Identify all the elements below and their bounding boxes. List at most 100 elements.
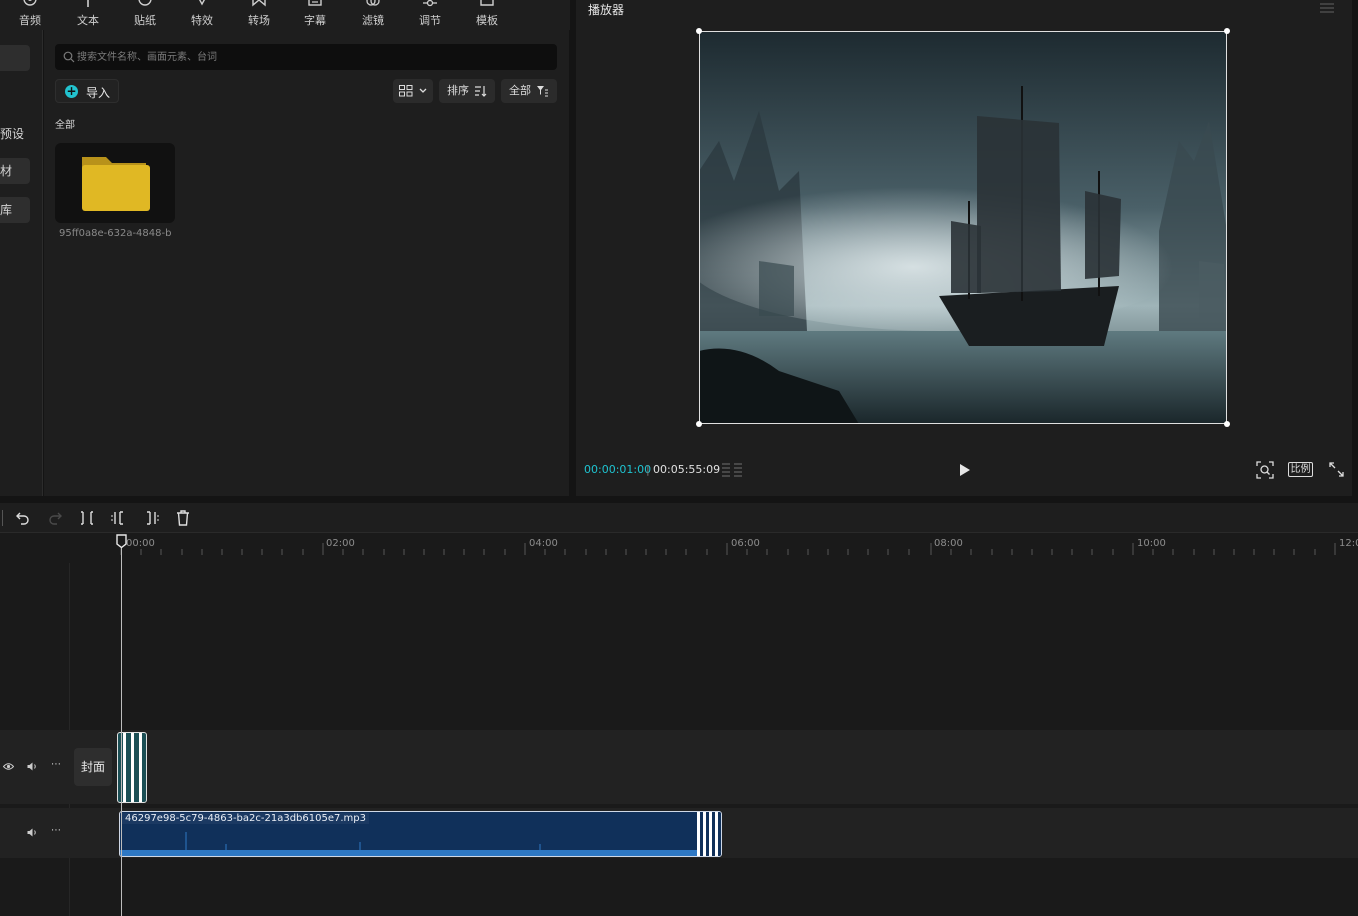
text-icon (87, 0, 89, 7)
undo-icon[interactable] (15, 510, 31, 526)
toolbar-adjust[interactable]: 调节 (405, 0, 455, 30)
caption-icon (308, 0, 322, 6)
media-panel: + 导入 排序 全部 全部 95ff0a8e-632a-4848-b (44, 30, 569, 496)
frame-handle-tr[interactable] (1224, 28, 1230, 34)
frame-handle-tl[interactable] (696, 28, 702, 34)
toolbar-filter[interactable]: 滤镜 (348, 0, 398, 30)
fullscreen-icon[interactable] (1329, 462, 1344, 477)
timeline-grid-icon[interactable] (721, 462, 743, 477)
sort-button[interactable]: 排序 (439, 79, 495, 103)
audio-clip-end-handle[interactable] (697, 812, 721, 856)
video-track: ⋯ 封面 (0, 730, 1358, 804)
trim-right-icon[interactable] (143, 510, 159, 526)
toolbar-template-label: 模板 (476, 14, 498, 27)
time-ruler[interactable]: 00:00 02:00 04:00 06:00 08:00 10:00 12:0 (0, 533, 1358, 555)
audio-clip-name: 46297e98-5c79-4863-ba2c-21a3db6105e7.mp3 (122, 813, 369, 824)
toolbar-divider (2, 510, 3, 526)
player-controls: 00:00:01:00 | 00:05:55:09 比例 (576, 455, 1352, 485)
toolbar-adjust-label: 调节 (419, 14, 441, 27)
toolbar-text[interactable]: 文本 (63, 0, 113, 30)
toolbar-sticker-label: 贴纸 (134, 14, 156, 27)
left-nav-item-library[interactable]: 库 (0, 197, 30, 223)
ratio-button[interactable]: 比例 (1288, 462, 1313, 477)
ruler-label-3: 06:00 (731, 538, 760, 549)
folder-name: 95ff0a8e-632a-4848-b (59, 228, 172, 239)
chevron-down-icon (419, 88, 427, 93)
toolbar-effects[interactable]: 特效 (177, 0, 227, 30)
more-icon[interactable]: ⋯ (51, 759, 61, 770)
sticker-icon (138, 0, 152, 6)
sort-icon (475, 86, 487, 97)
total-timecode: 00:05:55:09 (653, 463, 721, 476)
toolbar-transition-label: 转场 (248, 14, 270, 27)
timeline-toolbar (0, 503, 1358, 533)
volume-icon[interactable] (27, 828, 38, 837)
audio-track: ⋯ 46297e98-5c79-4863-ba2c-21a3db6105e7.m… (0, 808, 1358, 858)
search-icon (63, 51, 75, 63)
crop-frame[interactable] (699, 31, 1227, 424)
template-icon (480, 0, 494, 6)
plus-icon: + (65, 84, 78, 98)
playhead-handle[interactable] (116, 534, 127, 548)
ruler-label-2: 04:00 (529, 538, 558, 549)
toolbar-audio-label: 音频 (19, 14, 41, 27)
player-panel: 播放器 00:00:01:00 | 00:05:55:09 比例 (576, 0, 1352, 496)
menu-icon[interactable] (1320, 3, 1334, 13)
split-icon[interactable] (79, 510, 95, 526)
ruler-label-5: 10:00 (1137, 538, 1166, 549)
left-nav-item-library-label: 库 (0, 203, 13, 217)
import-label: 导入 (86, 86, 111, 100)
ruler-label-6: 12:0 (1339, 538, 1358, 549)
folder-card[interactable] (55, 143, 175, 223)
volume-icon[interactable] (27, 762, 38, 771)
search-input[interactable] (77, 44, 547, 70)
player-title: 播放器 (588, 3, 625, 17)
cover-button[interactable]: 封面 (74, 748, 112, 786)
toolbar-filter-label: 滤镜 (362, 14, 384, 27)
filter-button[interactable]: 全部 (501, 79, 557, 103)
top-toolbar: 音频 文本 贴纸 特效 转场 字幕 滤镜 调节 模板 (0, 0, 570, 30)
ruler-label-0: 00:00 (126, 538, 155, 549)
toolbar-effects-label: 特效 (191, 14, 213, 27)
search-box[interactable] (55, 44, 557, 70)
adjust-icon (423, 0, 437, 7)
eye-icon[interactable] (3, 762, 14, 771)
current-timecode: 00:00:01:00 (584, 463, 652, 476)
play-icon[interactable] (959, 463, 971, 477)
delete-icon[interactable] (175, 510, 191, 526)
more-icon[interactable]: ⋯ (51, 825, 61, 836)
sort-label: 排序 (447, 84, 469, 97)
left-nav-item-presets[interactable]: 预设 (0, 125, 24, 142)
effects-icon (198, 0, 206, 6)
redo-icon[interactable] (47, 510, 63, 526)
ratio-label: 比例 (1290, 464, 1311, 475)
toolbar-transition[interactable]: 转场 (234, 0, 284, 30)
frame-handle-bl[interactable] (696, 421, 702, 427)
playhead-line[interactable] (121, 543, 122, 916)
cover-label: 封面 (80, 760, 105, 774)
left-nav-active-item[interactable] (0, 45, 30, 71)
toolbar-caption[interactable]: 字幕 (290, 0, 340, 30)
ruler-label-4: 08:00 (934, 538, 963, 549)
import-button[interactable]: + 导入 (55, 79, 119, 103)
section-label: 全部 (55, 120, 75, 131)
filter-icon (366, 0, 380, 6)
toolbar-template[interactable]: 模板 (462, 0, 512, 30)
left-nav: 预设 材 库 (0, 30, 43, 496)
toolbar-sticker[interactable]: 贴纸 (120, 0, 170, 30)
filter-funnel-icon (537, 86, 548, 97)
left-nav-item-material[interactable]: 材 (0, 158, 30, 184)
timecode-separator: | (646, 463, 650, 476)
zoom-fit-icon[interactable] (1256, 461, 1274, 479)
grid-view-icon (399, 85, 413, 97)
frame-handle-br[interactable] (1224, 421, 1230, 427)
folder-icon (82, 157, 150, 211)
trim-left-icon[interactable] (111, 510, 127, 526)
left-nav-item-material-label: 材 (0, 164, 13, 178)
toolbar-audio[interactable]: 音频 (5, 0, 55, 30)
view-mode-dropdown[interactable] (393, 79, 433, 103)
audio-clip[interactable]: 46297e98-5c79-4863-ba2c-21a3db6105e7.mp3 (119, 811, 722, 857)
toolbar-text-label: 文本 (77, 14, 99, 27)
filter-label: 全部 (509, 84, 531, 97)
transition-icon (252, 0, 266, 7)
